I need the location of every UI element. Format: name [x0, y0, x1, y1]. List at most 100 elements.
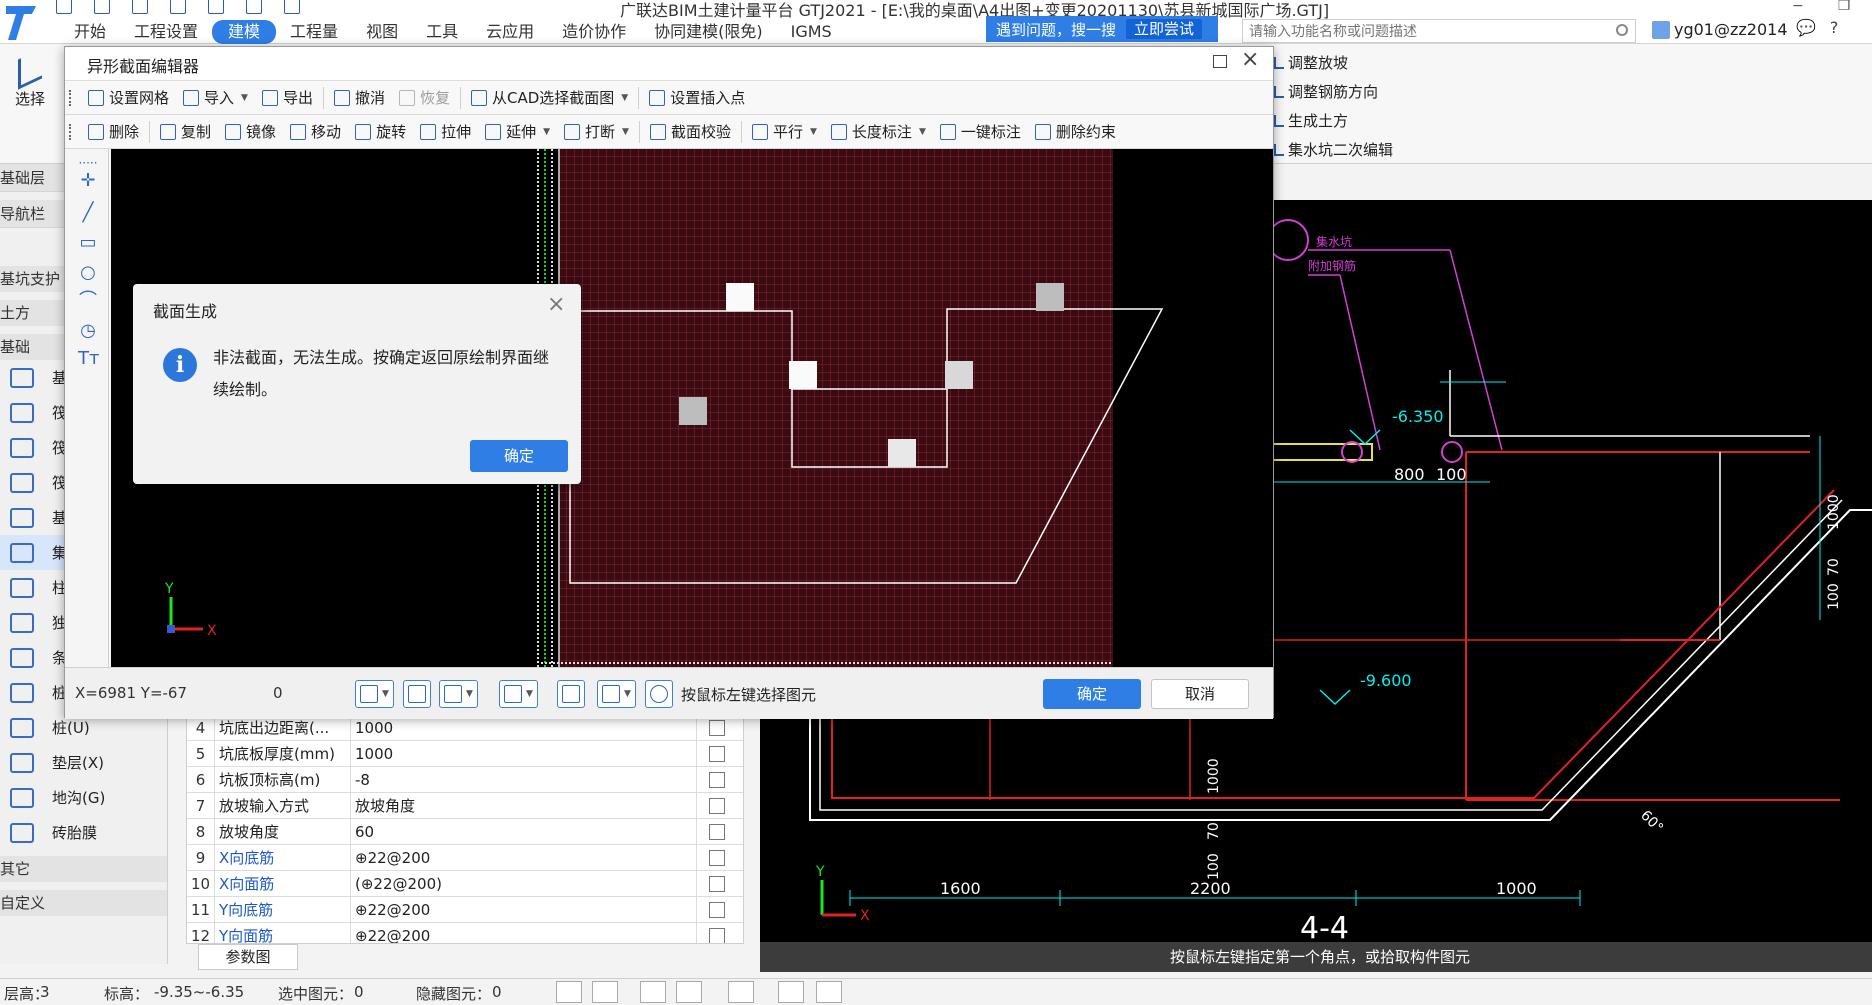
grid-snap-toggle[interactable]: ▼ — [355, 680, 394, 708]
chat-icon[interactable]: 💬 — [1796, 18, 1816, 37]
import-button[interactable]: 导入 ▼ — [176, 83, 255, 113]
table-row[interactable]: 10 X向面筋 (⊕22@200) — [187, 871, 743, 897]
rotate-button[interactable]: 旋转 — [348, 117, 413, 147]
cross-toggle[interactable] — [640, 981, 666, 1003]
append-checkbox[interactable] — [709, 771, 725, 788]
delete-constraint-button[interactable]: 删除约束 — [1028, 117, 1123, 147]
line-icon[interactable]: ╱ — [78, 203, 98, 223]
tab-modeling[interactable]: 建模 — [212, 20, 277, 44]
table-row[interactable]: 11 Y向底筋 ⊕22@200 — [187, 897, 743, 923]
table-row[interactable]: 9 X向底筋 ⊕22@200 — [187, 845, 743, 871]
nav-item-trench[interactable]: 地沟(G) — [0, 780, 167, 815]
append-checkbox[interactable] — [709, 875, 725, 892]
table-row[interactable]: 8 放坡角度 60 — [187, 819, 743, 845]
redo-button[interactable]: 恢复 — [392, 83, 457, 113]
property-value[interactable]: 放坡角度 — [351, 793, 697, 818]
property-value[interactable]: ⊕22@200 — [351, 897, 697, 922]
gauge-icon[interactable]: ◷ — [78, 321, 98, 341]
editor-ok-button[interactable]: 确定 — [1043, 679, 1141, 709]
append-checkbox[interactable] — [709, 901, 725, 918]
property-value[interactable]: ⊕22@200 — [351, 845, 697, 870]
open-file-icon[interactable] — [94, 0, 110, 14]
close-icon[interactable]: × — [1241, 47, 1259, 72]
search-icon[interactable] — [1616, 24, 1628, 36]
extend-button[interactable]: 延伸 ▼ — [478, 117, 557, 147]
adjust-rebar-button[interactable]: 调整钢筋方向 — [1274, 81, 1393, 102]
point-icon[interactable]: ✛ — [78, 171, 98, 191]
new-file-icon[interactable] — [56, 0, 72, 14]
table-row[interactable]: 5 坑底板厚度(mm) 1000 — [187, 741, 743, 767]
property-value[interactable]: -8 — [351, 767, 697, 792]
rectangle-icon[interactable]: ▭ — [78, 233, 98, 253]
undo-button[interactable]: 撤消 — [327, 83, 392, 113]
circle-icon[interactable]: ○ — [78, 263, 98, 283]
text-icon[interactable]: Tт — [78, 349, 99, 369]
insert-point-button[interactable]: 设置插入点 — [642, 83, 752, 113]
delete-button[interactable]: 删除 — [81, 117, 146, 147]
sum-icon[interactable] — [246, 0, 262, 14]
minimize-icon[interactable]: − — [1792, 0, 1804, 14]
mirror-button[interactable]: 镜像 — [218, 117, 283, 147]
copy-mode-toggle[interactable] — [557, 680, 585, 708]
adjust-slope-button[interactable]: 调整放坡 — [1274, 52, 1393, 73]
stretch-button[interactable]: 拉伸 — [413, 117, 478, 147]
cad-select-button[interactable]: 从CAD选择截面图 ▼ — [464, 83, 635, 113]
tab-tools[interactable]: 工具 — [412, 20, 472, 44]
tab-collab-model[interactable]: 协同建模(限免) — [640, 20, 777, 44]
search-input[interactable] — [1242, 19, 1636, 43]
redo-icon[interactable] — [208, 0, 224, 14]
select-mode-toggle[interactable]: ▼ — [597, 680, 636, 708]
append-checkbox[interactable] — [709, 745, 725, 762]
table-row[interactable]: 7 放坡输入方式 放坡角度 — [187, 793, 743, 819]
export-button[interactable]: 导出 — [255, 83, 320, 113]
nav-group-other[interactable]: 其它 — [0, 856, 167, 882]
ortho-toggle[interactable] — [556, 981, 582, 1003]
help-try-button[interactable]: 立即尝试 — [1126, 19, 1203, 39]
nav-group-custom[interactable]: 自定义 — [0, 890, 167, 916]
copy-button[interactable]: 复制 — [153, 117, 218, 147]
display-toggle[interactable] — [778, 981, 804, 1003]
nav-item-cushion[interactable]: 垫层(X) — [0, 745, 167, 780]
dimension-input-toggle[interactable]: ▼ — [499, 680, 538, 708]
dynamic-input-toggle[interactable] — [728, 981, 754, 1003]
section-check-button[interactable]: 截面校验 — [643, 117, 738, 147]
report-icon[interactable] — [284, 0, 300, 14]
property-value[interactable]: ⊕22@200 — [351, 923, 697, 943]
table-row[interactable]: 12 Y向面筋 ⊕22@200 — [187, 923, 743, 943]
set-grid-button[interactable]: 设置网格 — [81, 83, 176, 113]
snap-toggle[interactable] — [592, 981, 618, 1003]
length-dim-button[interactable]: 长度标注 ▼ — [824, 117, 933, 147]
table-row[interactable]: 6 坑板顶标高(m) -8 — [187, 767, 743, 793]
append-checkbox[interactable] — [709, 823, 725, 840]
append-checkbox[interactable] — [709, 927, 725, 943]
arc-icon[interactable]: ⌒ — [78, 291, 98, 311]
tab-view[interactable]: 视图 — [352, 20, 412, 44]
property-value[interactable]: (⊕22@200) — [351, 871, 697, 896]
object-snap-toggle[interactable]: ▼ — [439, 680, 478, 708]
nav-item-brick-mold[interactable]: 砖胎膜 — [0, 815, 167, 850]
append-checkbox[interactable] — [709, 719, 725, 736]
angle-toggle[interactable] — [676, 981, 702, 1003]
restore-icon[interactable]: ❐ — [1838, 0, 1851, 14]
save-icon[interactable] — [132, 0, 148, 14]
dialog-ok-button[interactable]: 确定 — [470, 440, 568, 472]
tab-project-settings[interactable]: 工程设置 — [120, 20, 212, 44]
help-icon[interactable]: ? — [1830, 18, 1839, 37]
generate-earth-button[interactable]: 生成土方 — [1274, 110, 1393, 131]
maximize-icon[interactable] — [1213, 55, 1227, 68]
editor-cancel-button[interactable]: 取消 — [1151, 679, 1249, 709]
auto-dim-button[interactable]: 一键标注 — [933, 117, 1028, 147]
append-checkbox[interactable] — [709, 797, 725, 814]
user-account[interactable]: yg01@zz2014 — [1652, 20, 1788, 39]
sump-edit-button[interactable]: 集水坑二次编辑 — [1274, 139, 1393, 160]
tab-cloud[interactable]: 云应用 — [472, 20, 548, 44]
ortho-toggle[interactable] — [403, 680, 431, 708]
move-button[interactable]: 移动 — [283, 117, 348, 147]
tips-toggle[interactable] — [645, 680, 673, 708]
arc-toggle[interactable] — [816, 981, 842, 1003]
property-value[interactable]: 1000 — [351, 741, 697, 766]
undo-icon[interactable] — [170, 0, 186, 14]
tab-igms[interactable]: IGMS — [777, 20, 846, 44]
break-button[interactable]: 打断 ▼ — [557, 117, 636, 147]
select-button[interactable]: 选择 — [8, 48, 52, 109]
